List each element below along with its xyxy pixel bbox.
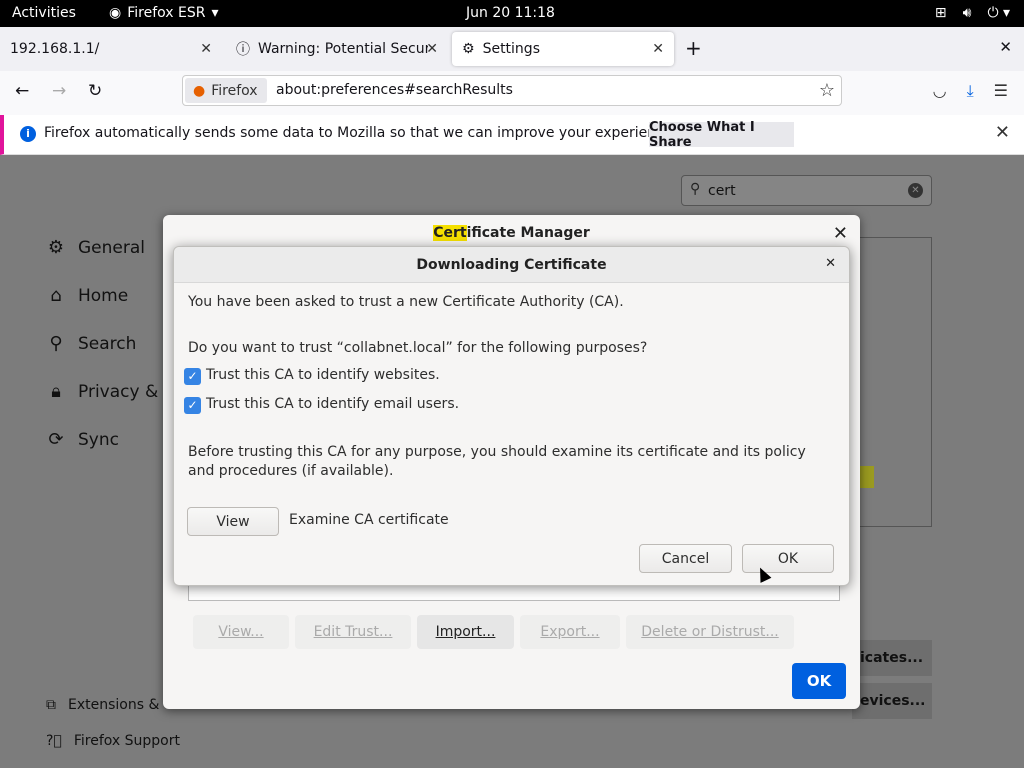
import-button[interactable]: Import... bbox=[417, 615, 514, 649]
app-menu-label: Firefox ESR bbox=[127, 5, 206, 21]
dialog-title: Downloading Certificate bbox=[416, 257, 607, 273]
menu-icon[interactable]: ☰ bbox=[994, 81, 1008, 101]
category-privacy[interactable]: 🔒︎ Privacy & S bbox=[44, 381, 174, 402]
close-tab-icon[interactable]: ✕ bbox=[200, 41, 212, 57]
clear-search-icon[interactable]: ✕ bbox=[908, 183, 923, 198]
info-icon: i bbox=[20, 126, 36, 142]
prefs-search-input[interactable]: ⚲ cert ✕ bbox=[681, 175, 932, 206]
cancel-button[interactable]: Cancel bbox=[639, 544, 732, 573]
close-tab-icon[interactable]: ✕ bbox=[652, 41, 664, 57]
edit-trust-button[interactable]: Edit Trust... bbox=[295, 615, 411, 649]
category-label: Search bbox=[78, 333, 137, 354]
identity-box[interactable]: ● Firefox bbox=[185, 78, 267, 103]
footer-label: Firefox Support bbox=[73, 733, 180, 749]
close-tab-icon[interactable]: ✕ bbox=[426, 41, 438, 57]
system-tray[interactable]: ⊞ 🔊︎ ⏻ ▾ bbox=[935, 5, 1010, 21]
forward-button[interactable]: → bbox=[52, 81, 66, 101]
footer-label: Extensions & bbox=[68, 697, 160, 713]
download-icon[interactable]: ⤓ bbox=[967, 81, 974, 101]
pocket-icon[interactable]: ◡ bbox=[933, 81, 947, 101]
network-icon: ⊞ bbox=[934, 5, 947, 21]
trust-email-label[interactable]: Trust this CA to identify email users. bbox=[206, 396, 459, 412]
security-devices-button[interactable]: evices... bbox=[852, 683, 932, 719]
title-highlight: Cert bbox=[433, 225, 467, 241]
delete-distrust-button[interactable]: Delete or Distrust... bbox=[626, 615, 794, 649]
trust-websites-checkbox[interactable]: ✓ bbox=[184, 368, 201, 385]
gear-icon: ⚙ bbox=[462, 41, 475, 57]
category-label: Home bbox=[78, 285, 129, 306]
search-highlight-mark bbox=[858, 466, 874, 488]
close-window-button[interactable]: ✕ bbox=[999, 38, 1012, 56]
close-dialog-icon[interactable]: ✕ bbox=[825, 256, 836, 271]
notification-message: Firefox automatically sends some data to… bbox=[44, 125, 677, 141]
home-icon: ⌂ bbox=[50, 285, 62, 306]
tab-settings[interactable]: ⚙ Settings ✕ bbox=[452, 32, 674, 66]
clock[interactable]: Jun 20 11:18 bbox=[466, 5, 555, 21]
close-notification-icon[interactable]: ✕ bbox=[995, 122, 1010, 143]
lock-icon: 🔒︎ bbox=[51, 381, 61, 402]
search-icon: ⚲ bbox=[690, 181, 701, 197]
tab-label: Settings bbox=[482, 41, 540, 57]
trust-websites-label[interactable]: Trust this CA to identify websites. bbox=[206, 367, 440, 383]
chevron-down-icon: ▾ bbox=[211, 5, 219, 21]
view-certificate-button[interactable]: View bbox=[187, 507, 279, 536]
notification-bar: i Firefox automatically sends some data … bbox=[0, 115, 1024, 155]
tab-label: Warning: Potential Secur bbox=[258, 41, 428, 57]
toolbar-icons: ◡ ⤓ ☰ bbox=[933, 81, 1008, 101]
prefs-search-value: cert bbox=[708, 183, 736, 199]
volume-icon: 🔊︎ bbox=[962, 5, 972, 21]
url-text[interactable]: about:preferences#searchResults bbox=[276, 82, 513, 98]
tab-warning[interactable]: ⓘ Warning: Potential Secur ✕ bbox=[226, 32, 448, 66]
category-label: Sync bbox=[78, 429, 119, 450]
tab-bar: 192.168.1.1/ ✕ ⓘ Warning: Potential Secu… bbox=[0, 27, 1024, 71]
help-icon: ?⃝ bbox=[46, 733, 62, 749]
category-general[interactable]: ⚙ General bbox=[44, 237, 145, 258]
bookmark-star-icon[interactable]: ☆ bbox=[819, 80, 835, 101]
tab-router[interactable]: 192.168.1.1/ ✕ bbox=[0, 32, 222, 66]
question-text: Do you want to trust “collabnet.local” f… bbox=[188, 340, 648, 356]
view-certificates-button[interactable]: icates... bbox=[852, 640, 932, 676]
url-bar[interactable]: ● Firefox about:preferences#searchResult… bbox=[182, 75, 842, 106]
navigation-bar: ← → ↻ ● Firefox about:preferences#search… bbox=[0, 71, 1024, 115]
category-sync[interactable]: ⟳ Sync bbox=[44, 429, 119, 450]
puzzle-icon: ⧉ bbox=[46, 697, 56, 713]
category-search[interactable]: ⚲ Search bbox=[44, 333, 136, 354]
category-label: Privacy & S bbox=[78, 381, 175, 402]
dialog-title: Certificate Manager bbox=[163, 225, 860, 241]
firefox-icon: ● bbox=[193, 82, 206, 99]
category-home[interactable]: ⌂ Home bbox=[44, 285, 128, 306]
dialog-header: Downloading Certificate ✕ bbox=[174, 247, 849, 283]
identity-label: Firefox bbox=[211, 82, 258, 99]
firefox-icon: ◉ bbox=[109, 5, 122, 21]
category-label: General bbox=[78, 237, 145, 258]
examine-label: Examine CA certificate bbox=[289, 512, 449, 528]
intro-text: You have been asked to trust a new Certi… bbox=[188, 294, 624, 310]
tab-label: 192.168.1.1/ bbox=[10, 41, 100, 57]
search-icon: ⚲ bbox=[49, 333, 63, 354]
back-button[interactable]: ← bbox=[15, 81, 29, 101]
reload-button[interactable]: ↻ bbox=[88, 81, 102, 101]
app-menu[interactable]: ◉ Firefox ESR ▾ bbox=[109, 5, 219, 21]
extensions-themes-link[interactable]: ⧉ Extensions & bbox=[46, 697, 159, 713]
trust-email-checkbox[interactable]: ✓ bbox=[184, 397, 201, 414]
info-icon: ⓘ bbox=[236, 42, 250, 58]
power-icon: ⏻ ▾ bbox=[987, 5, 1010, 21]
activities-button[interactable]: Activities bbox=[12, 5, 76, 21]
view-button[interactable]: View... bbox=[193, 615, 289, 649]
downloading-certificate-dialog: Downloading Certificate ✕ You have been … bbox=[173, 246, 850, 586]
close-dialog-icon[interactable]: ✕ bbox=[833, 223, 848, 244]
system-top-bar: Activities ◉ Firefox ESR ▾ Jun 20 11:18 … bbox=[0, 0, 1024, 27]
advice-text: Before trusting this CA for any purpose,… bbox=[188, 444, 806, 479]
firefox-support-link[interactable]: ?⃝ Firefox Support bbox=[46, 733, 180, 749]
sync-icon: ⟳ bbox=[48, 429, 64, 450]
gear-icon: ⚙ bbox=[47, 237, 65, 258]
export-button[interactable]: Export... bbox=[520, 615, 620, 649]
title-rest: ificate Manager bbox=[466, 225, 590, 241]
new-tab-button[interactable]: + bbox=[685, 36, 702, 60]
choose-what-i-share-button[interactable]: Choose What I Share bbox=[649, 120, 794, 150]
ok-button[interactable]: OK bbox=[792, 663, 846, 699]
